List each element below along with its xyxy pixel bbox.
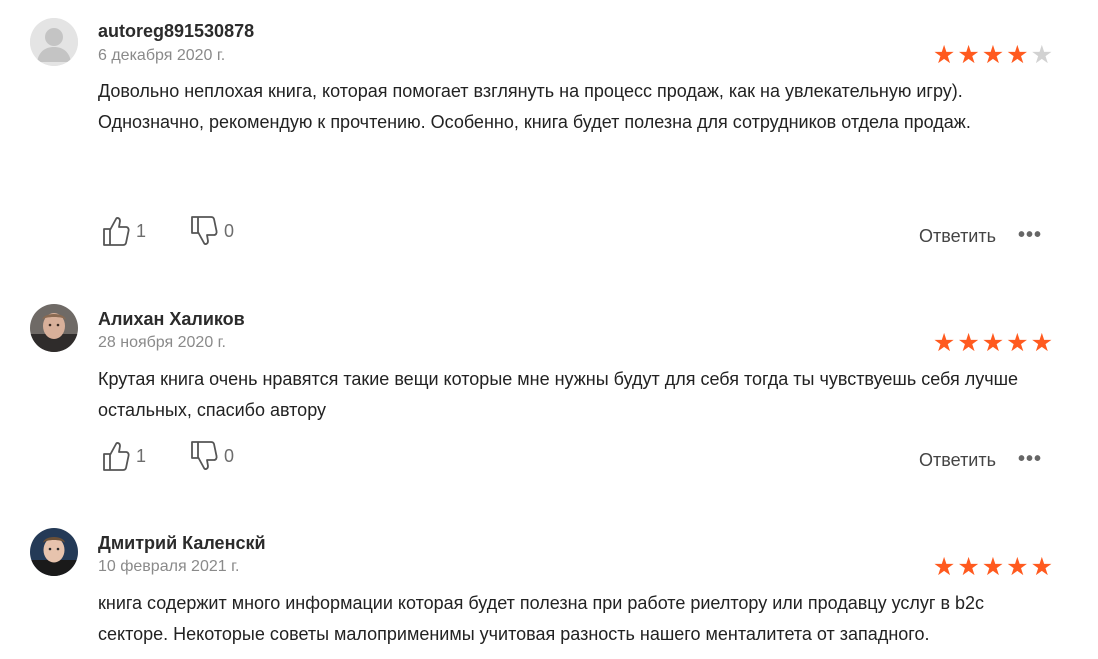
star-icon: ★ (1006, 553, 1029, 581)
review-date: 28 ноября 2020 г. (98, 334, 226, 351)
review-paragraph: Крутая книга очень нравятся такие вещи к… (98, 369, 1019, 420)
more-options-icon[interactable]: ••• (1018, 224, 1042, 246)
dislike-count: 0 (224, 445, 235, 466)
star-rating: ★ ★ ★ ★ ★ (933, 554, 1053, 580)
like-button[interactable]: 1 (102, 440, 146, 472)
star-rating: ★ ★ ★ ★ ★ (933, 42, 1053, 68)
star-icon: ★ (932, 553, 956, 581)
avatar[interactable] (30, 528, 78, 576)
like-button[interactable]: 1 (102, 215, 146, 247)
thumbs-up-icon (103, 442, 130, 471)
reply-button[interactable]: Ответить (919, 225, 996, 247)
thumbs-down-icon (191, 441, 218, 470)
star-icon: ★ (1030, 329, 1053, 357)
star-icon: ★ (981, 41, 1005, 69)
more-options-icon[interactable]: ••• (1018, 448, 1042, 470)
star-icon: ★ (932, 329, 956, 357)
avatar[interactable] (30, 18, 78, 66)
star-icon: ★ (932, 41, 956, 69)
review-actions: 1 0 Ответить ••• (0, 215, 1098, 255)
dislike-button[interactable]: 0 (190, 440, 234, 472)
review-date: 10 февраля 2021 г. (98, 558, 240, 575)
star-icon: ★ (1030, 553, 1053, 581)
like-count: 1 (136, 220, 147, 241)
star-icon: ★ (957, 329, 980, 357)
review-author[interactable]: autoreg891530878 (98, 20, 254, 42)
review-paragraph: книга содержит много информации которая … (98, 593, 985, 644)
star-icon: ★ (957, 553, 980, 581)
dislike-button[interactable]: 0 (190, 215, 234, 247)
user-photo-icon (30, 304, 78, 352)
avatar[interactable] (30, 304, 78, 352)
review-text: книга содержит много информации которая … (98, 588, 1038, 650)
review-author[interactable]: Алихан Халиков (98, 308, 245, 330)
user-photo-icon (30, 528, 78, 576)
star-icon: ★ (957, 41, 980, 69)
review-date: 6 декабря 2020 г. (98, 47, 226, 64)
star-empty-icon: ★ (1030, 41, 1053, 69)
star-icon: ★ (981, 553, 1005, 581)
star-icon: ★ (1006, 329, 1029, 357)
review-paragraph: Довольно неплохая книга, которая помогае… (98, 81, 963, 101)
review-text: Крутая книга очень нравятся такие вещи к… (98, 364, 1038, 426)
dislike-count: 0 (224, 220, 235, 241)
default-avatar-icon (30, 18, 78, 66)
thumbs-down-icon (191, 216, 218, 245)
reply-button[interactable]: Ответить (919, 449, 996, 471)
star-icon: ★ (981, 329, 1005, 357)
like-count: 1 (136, 445, 147, 466)
review-author[interactable]: Дмитрий Каленскй (98, 532, 266, 554)
review-paragraph: Однозначно, рекомендую к прочтению. Особ… (98, 112, 971, 132)
thumbs-up-icon (103, 217, 130, 246)
review-actions: 1 0 Ответить ••• (0, 440, 1098, 480)
star-icon: ★ (1006, 41, 1029, 69)
star-rating: ★ ★ ★ ★ ★ (933, 330, 1053, 356)
review-text: Довольно неплохая книга, которая помогае… (98, 76, 1038, 138)
